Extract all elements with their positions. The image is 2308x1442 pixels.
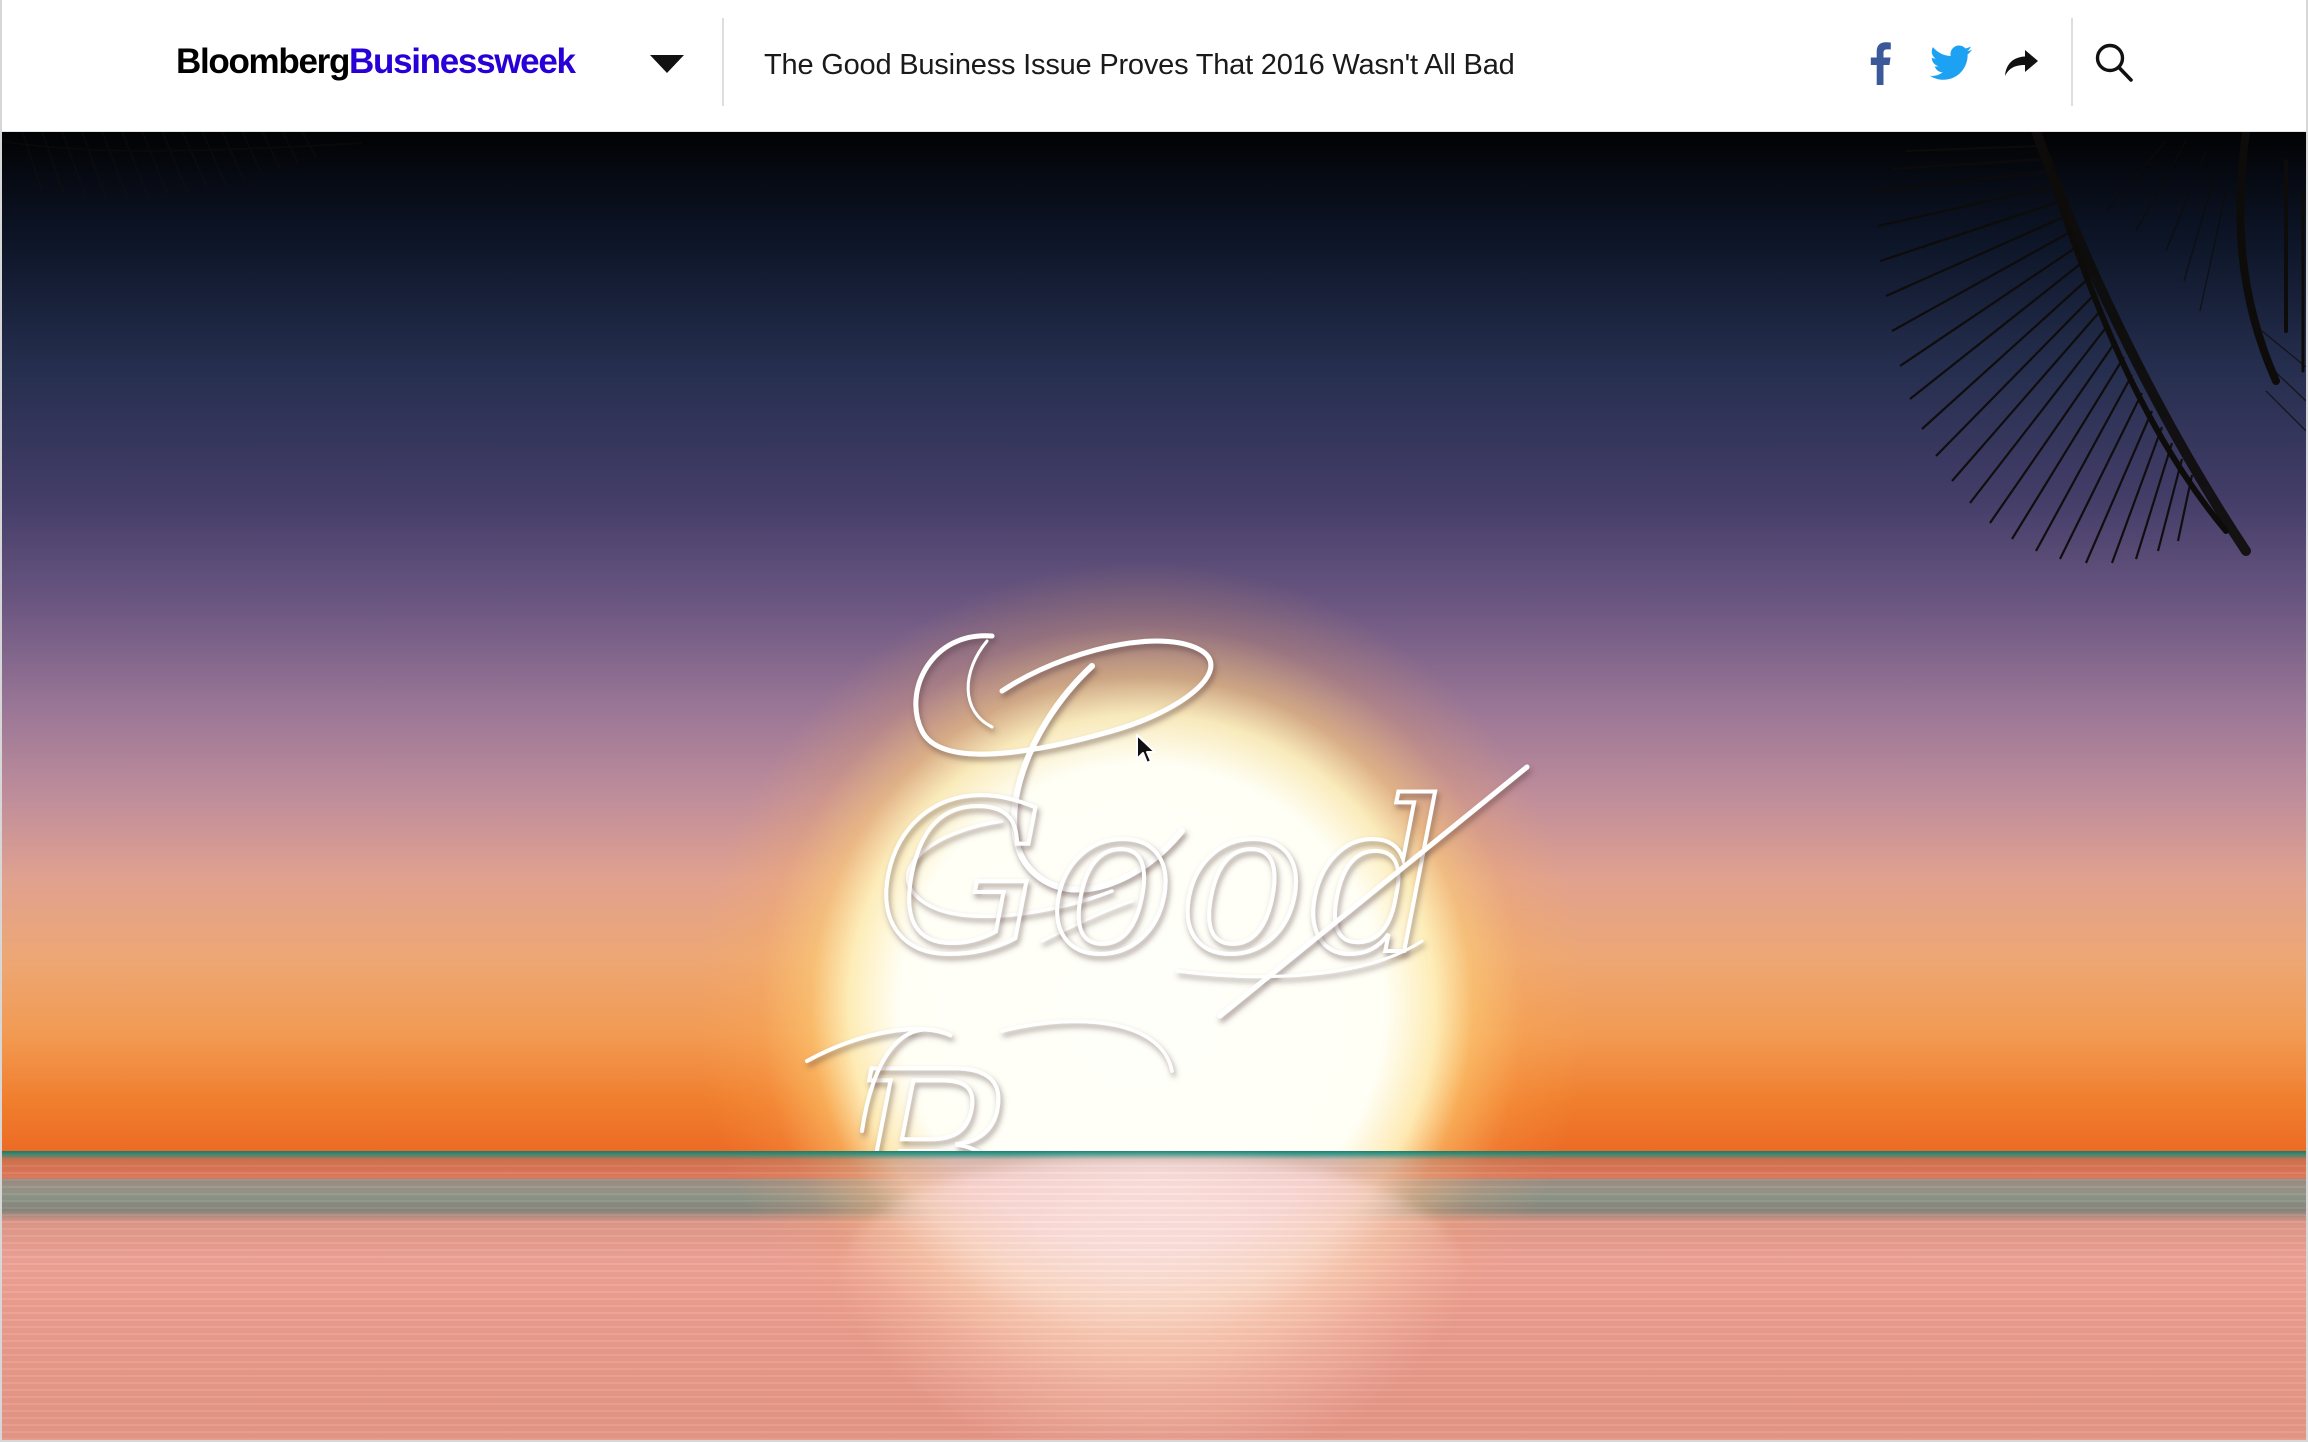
hero-animation: Good B [2,131,2306,1440]
menu-dropdown-button[interactable] [642,44,692,84]
bloomberg-businessweek-logo[interactable]: BloombergBusinessweek [176,40,576,84]
share-button[interactable] [1996,36,2048,90]
twitter-icon [1930,45,1972,80]
facebook-icon [1870,42,1891,85]
header-divider [2071,18,2073,106]
logo-businessweek-text: Businessweek [349,42,576,81]
search-icon [2095,43,2133,82]
hero-title-script: Good B [2,131,2306,1151]
browser-page: BloombergBusinessweek The Good Business … [0,0,2308,1442]
hero-title-word-2: B [838,1024,1011,1151]
header-divider [722,18,724,106]
water-ripples [2,1165,2306,1440]
twitter-share-button[interactable] [1925,36,1977,90]
site-header: BloombergBusinessweek The Good Business … [2,0,2306,132]
chevron-down-icon [650,55,684,73]
share-arrow-icon [2005,50,2038,76]
facebook-share-button[interactable] [1854,36,1906,90]
logo-bloomberg-text: Bloomberg [176,42,350,81]
hero-title-word: Good [876,756,1447,1001]
mouse-pointer-icon [1136,734,1156,764]
search-button[interactable] [2088,36,2140,90]
article-headline[interactable]: The Good Business Issue Proves That 2016… [764,46,1515,84]
